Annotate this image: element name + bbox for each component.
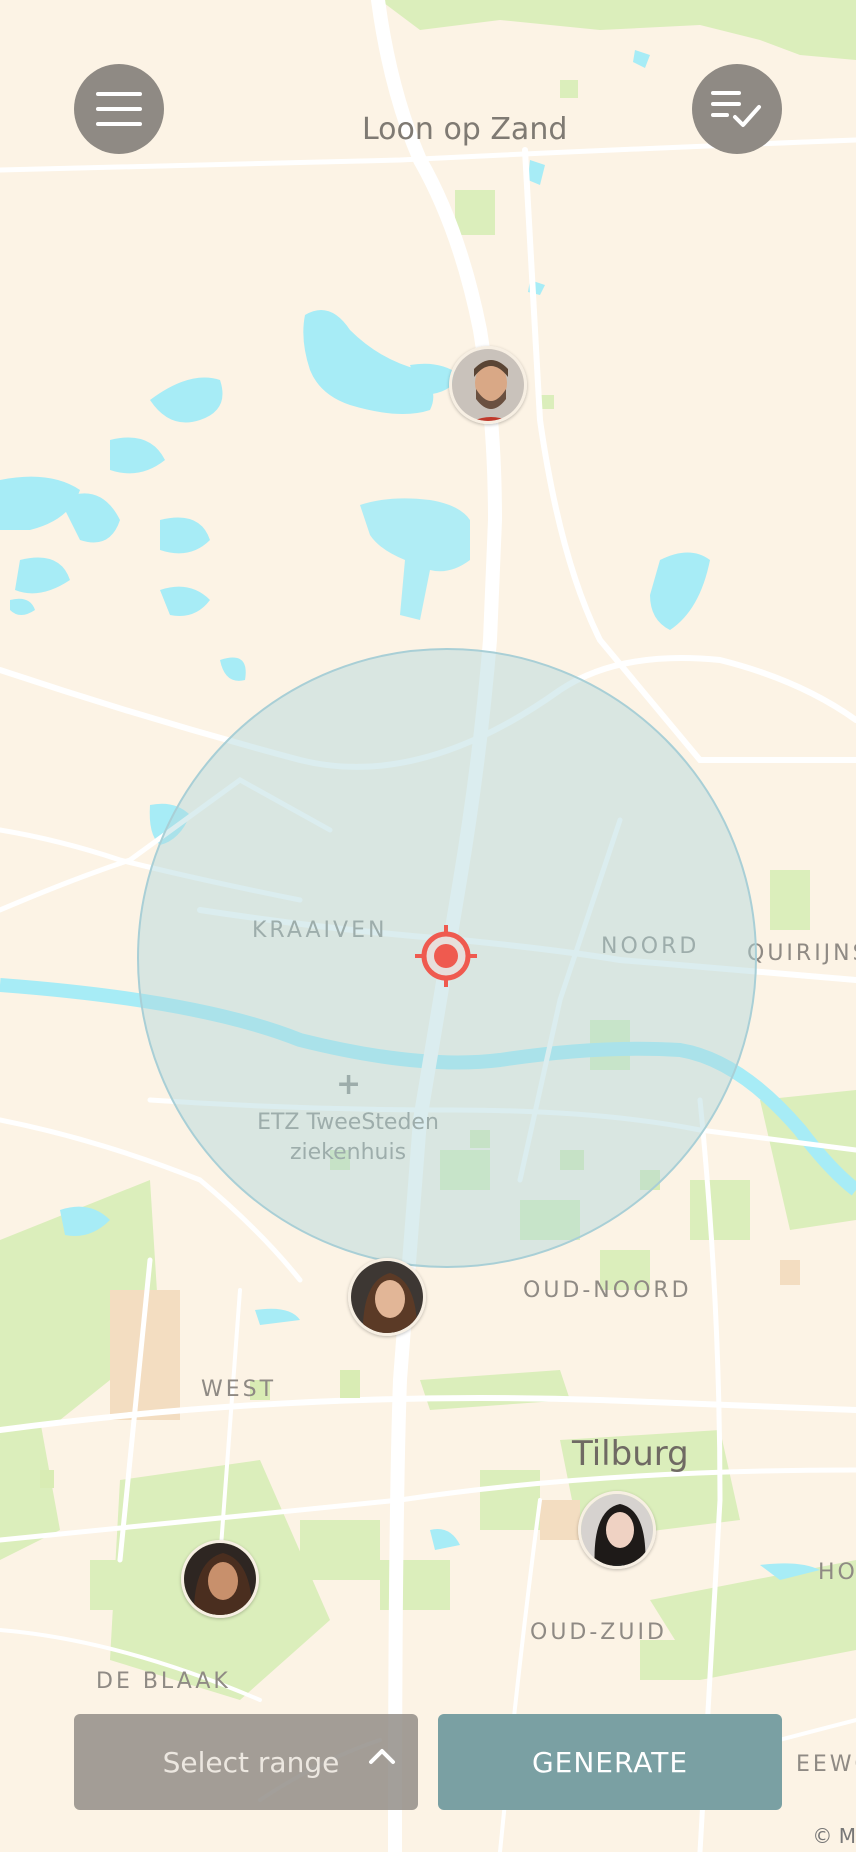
avatar-woman-brown-hair[interactable] xyxy=(181,1540,259,1618)
avatar-man-bearded[interactable] xyxy=(449,346,527,424)
map-label-ho: HO xyxy=(818,1560,856,1585)
map-label-quirijns: QUIRIJNS xyxy=(747,941,856,966)
avatar-woman-brunette[interactable] xyxy=(348,1258,426,1336)
select-range-label: Select range xyxy=(162,1745,340,1779)
map-label-de-blaak: DE BLAAK xyxy=(96,1669,231,1694)
checklist-icon xyxy=(711,91,761,127)
generate-button[interactable]: GENERATE xyxy=(438,1714,782,1810)
map-label-oud-noord: OUD-NOORD xyxy=(523,1278,692,1303)
map-attribution[interactable]: © M xyxy=(812,1824,856,1848)
chevron-up-icon xyxy=(369,1749,395,1764)
map-label-west: WEST xyxy=(201,1377,277,1402)
avatar-woman-dark-hair[interactable] xyxy=(578,1491,656,1569)
map-label-eewou: EEWOU xyxy=(796,1752,856,1777)
crosshair-target-icon[interactable] xyxy=(413,923,479,989)
menu-button[interactable] xyxy=(74,64,164,154)
map-label-tilburg: Tilburg xyxy=(572,1434,689,1474)
checklist-button[interactable] xyxy=(692,64,782,154)
map-label-oud-zuid: OUD-ZUID xyxy=(530,1620,667,1645)
map-label-loon-op-zand: Loon op Zand xyxy=(362,112,568,147)
hamburger-menu-icon xyxy=(96,92,142,126)
generate-label: GENERATE xyxy=(531,1745,689,1779)
select-range-dropdown[interactable]: Select range xyxy=(74,1714,418,1810)
